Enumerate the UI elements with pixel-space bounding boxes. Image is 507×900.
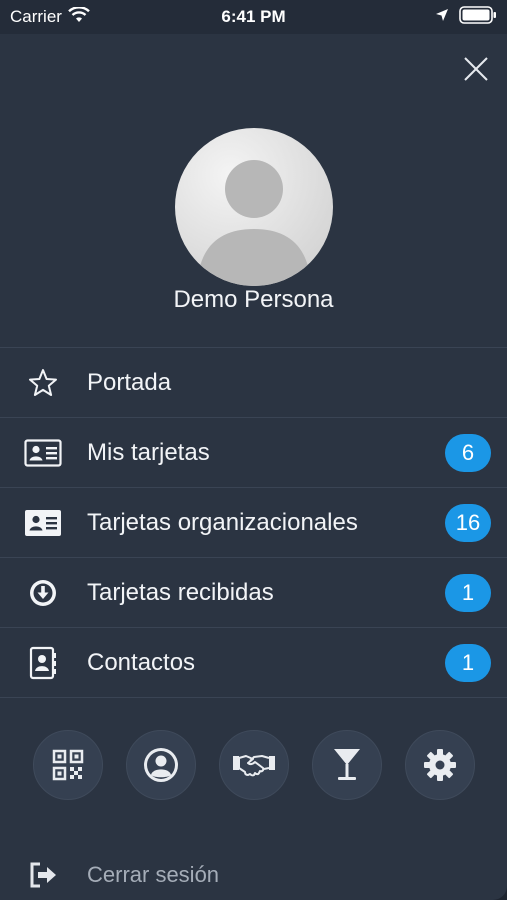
- count-badge: 6: [445, 433, 491, 472]
- contacts-book-icon: [22, 646, 64, 679]
- carrier-label: Carrier: [10, 7, 62, 26]
- user-silhouette-icon: [197, 160, 311, 286]
- side-menu: Portada Mis tarjetas 6 Tarjetas organiza…: [0, 347, 507, 698]
- menu-item-tarjetas-organizacionales[interactable]: Tarjetas organizacionales 16: [0, 488, 507, 558]
- menu-item-portada[interactable]: Portada: [0, 348, 507, 418]
- count-badge: 16: [445, 503, 491, 542]
- download-circle-icon: [22, 577, 64, 609]
- count-badge: 1: [445, 643, 491, 682]
- user-name: Demo Persona: [173, 286, 334, 313]
- battery-icon: [459, 5, 497, 29]
- handshake-button[interactable]: [219, 730, 289, 800]
- side-menu-panel: Demo Persona Portada Mis tarjetas 6 Tarj…: [0, 34, 507, 900]
- location-arrow-icon: [435, 7, 449, 27]
- menu-item-label: Mis tarjetas: [87, 438, 210, 466]
- menu-item-label: Contactos: [87, 648, 196, 676]
- star-icon: [22, 367, 64, 399]
- handshake-icon: [233, 755, 275, 777]
- wifi-icon: [68, 5, 90, 28]
- sign-out-icon: [28, 860, 58, 890]
- id-card-icon: [22, 437, 64, 469]
- menu-item-contactos[interactable]: Contactos 1: [0, 628, 507, 698]
- shortcut-bar: [0, 730, 507, 800]
- status-right: [435, 5, 507, 29]
- qr-code-button[interactable]: [33, 730, 103, 800]
- close-button[interactable]: [461, 54, 491, 84]
- close-icon: [464, 57, 488, 81]
- status-bar: Carrier 6:41 PM: [0, 0, 507, 34]
- settings-button[interactable]: [405, 730, 475, 800]
- profile-button[interactable]: [126, 730, 196, 800]
- count-badge: 1: [445, 573, 491, 612]
- menu-item-label: Portada: [87, 368, 172, 396]
- cocktail-icon: [334, 749, 360, 780]
- menu-item-tarjetas-recibidas[interactable]: Tarjetas recibidas 1: [0, 558, 507, 628]
- cocktail-button[interactable]: [312, 730, 382, 800]
- avatar[interactable]: [175, 128, 333, 286]
- menu-item-label: Tarjetas organizacionales: [87, 508, 358, 536]
- menu-item-label: Tarjetas recibidas: [87, 578, 274, 606]
- logout-button[interactable]: Cerrar sesión: [0, 852, 507, 900]
- qr-code-icon: [52, 749, 84, 781]
- user-circle-icon: [144, 748, 178, 782]
- logout-label: Cerrar sesión: [87, 862, 220, 887]
- menu-item-mis-tarjetas[interactable]: Mis tarjetas 6: [0, 418, 507, 488]
- id-card-filled-icon: [22, 507, 64, 539]
- status-left: Carrier: [0, 5, 90, 28]
- gear-icon: [424, 749, 456, 781]
